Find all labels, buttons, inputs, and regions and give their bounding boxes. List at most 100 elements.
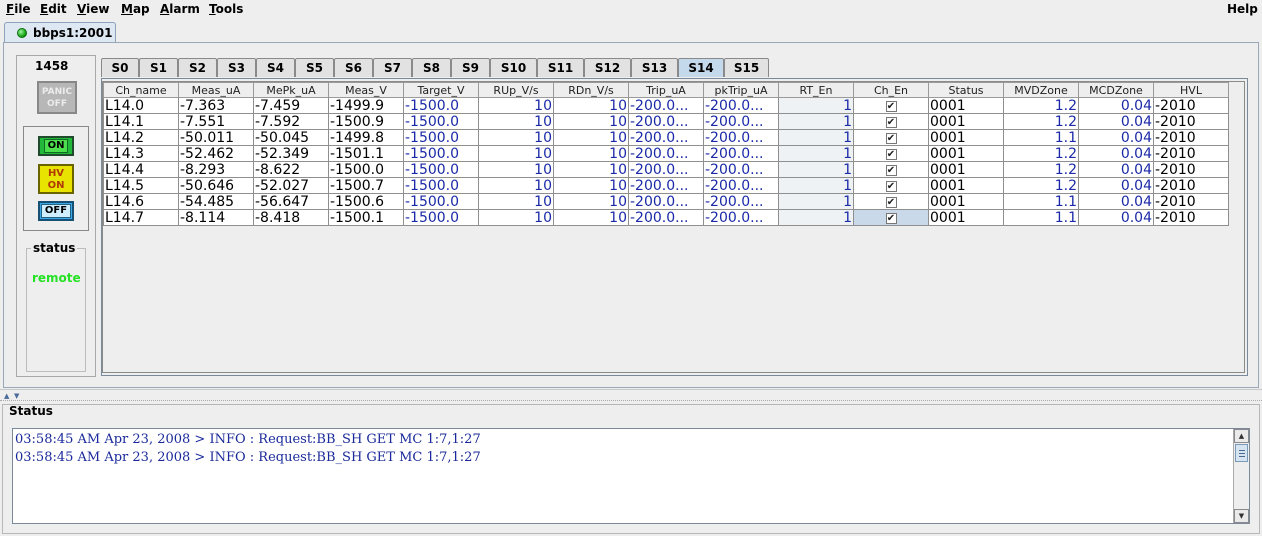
log-scrollbar[interactable]: ▲ ▼ xyxy=(1233,429,1249,523)
table-cell[interactable]: 0001 xyxy=(928,145,1004,162)
table-cell[interactable]: -200.0... xyxy=(703,161,779,178)
column-header-meas-ua[interactable]: Meas_uA xyxy=(178,82,254,98)
tab-s7[interactable]: S7 xyxy=(373,58,412,77)
table-cell[interactable]: 10 xyxy=(478,177,554,194)
checkmark-icon[interactable]: ✔ xyxy=(885,116,897,128)
table-cell[interactable]: 0.04 xyxy=(1078,97,1154,114)
table-cell[interactable]: 10 xyxy=(478,161,554,178)
scroll-thumb[interactable] xyxy=(1235,444,1248,462)
table-cell[interactable]: -2010 xyxy=(1153,209,1229,226)
menu-view[interactable]: View xyxy=(77,2,109,16)
table-cell[interactable]: L14.2 xyxy=(103,129,179,146)
tab-s15[interactable]: S15 xyxy=(724,58,769,77)
table-cell[interactable]: -2010 xyxy=(1153,129,1229,146)
table-cell[interactable]: -2010 xyxy=(1153,97,1229,114)
table-cell[interactable]: -200.0... xyxy=(703,97,779,114)
table-cell[interactable]: 10 xyxy=(478,113,554,130)
table-cell[interactable]: -1500.7 xyxy=(328,177,404,194)
table-row[interactable]: L14.2 -50.011 -50.045 -1499.8 -1500.0 10 10 -20… xyxy=(103,129,1229,146)
table-cell[interactable]: L14.3 xyxy=(103,145,179,162)
table-cell[interactable]: 1 xyxy=(778,161,854,178)
ch-en-checkbox[interactable]: ✔ xyxy=(853,209,929,226)
column-header-rdn-v-s[interactable]: RDn_V/s xyxy=(553,82,629,98)
checkmark-icon[interactable]: ✔ xyxy=(885,164,897,176)
table-cell[interactable]: -52.349 xyxy=(253,145,329,162)
table-row[interactable]: L14.0 -7.363 -7.459 -1499.9 -1500.0 10 10 -200.… xyxy=(103,97,1229,114)
table-cell[interactable]: 1.1 xyxy=(1003,193,1079,210)
checkmark-icon[interactable]: ✔ xyxy=(885,180,897,192)
table-cell[interactable]: 10 xyxy=(478,209,554,226)
ch-en-checkbox[interactable]: ✔ xyxy=(853,177,929,194)
table-cell[interactable]: -2010 xyxy=(1153,177,1229,194)
table-cell[interactable]: 0.04 xyxy=(1078,145,1154,162)
table-cell[interactable]: -200.0... xyxy=(703,177,779,194)
scroll-down-arrow-icon[interactable]: ▼ xyxy=(1234,509,1249,523)
table-cell[interactable]: 0.04 xyxy=(1078,177,1154,194)
table-cell[interactable]: -50.646 xyxy=(178,177,254,194)
ch-en-checkbox[interactable]: ✔ xyxy=(853,129,929,146)
checkmark-icon[interactable]: ✔ xyxy=(885,212,897,224)
table-cell[interactable]: 1 xyxy=(778,113,854,130)
table-cell[interactable]: 1 xyxy=(778,145,854,162)
column-header-meas-v[interactable]: Meas_V xyxy=(328,82,404,98)
table-cell[interactable]: 1 xyxy=(778,209,854,226)
table-cell[interactable]: -200.0... xyxy=(703,145,779,162)
table-cell[interactable]: -7.551 xyxy=(178,113,254,130)
split-down-arrow-icon[interactable]: ▼ xyxy=(14,392,19,400)
table-cell[interactable]: -200.0... xyxy=(628,97,704,114)
tab-s3[interactable]: S3 xyxy=(217,58,256,77)
table-cell[interactable]: -2010 xyxy=(1153,113,1229,130)
column-header-hvl[interactable]: HVL xyxy=(1153,82,1229,98)
table-cell[interactable]: -1499.8 xyxy=(328,129,404,146)
table-cell[interactable]: 10 xyxy=(553,193,629,210)
scroll-up-arrow-icon[interactable]: ▲ xyxy=(1234,429,1249,443)
table-cell[interactable]: L14.4 xyxy=(103,161,179,178)
table-cell[interactable]: -2010 xyxy=(1153,145,1229,162)
table-cell[interactable]: 10 xyxy=(478,193,554,210)
table-cell[interactable]: 10 xyxy=(478,129,554,146)
table-cell[interactable]: -200.0... xyxy=(703,129,779,146)
table-cell[interactable]: 1.1 xyxy=(1003,129,1079,146)
column-header-mvdzone[interactable]: MVDZone xyxy=(1003,82,1079,98)
table-cell[interactable]: -1500.0 xyxy=(403,177,479,194)
table-cell[interactable]: 0001 xyxy=(928,161,1004,178)
table-cell[interactable]: 1.1 xyxy=(1003,209,1079,226)
table-cell[interactable]: 1.2 xyxy=(1003,145,1079,162)
tab-s4[interactable]: S4 xyxy=(256,58,295,77)
tab-s13[interactable]: S13 xyxy=(631,58,678,77)
table-cell[interactable]: 1 xyxy=(778,193,854,210)
table-cell[interactable]: 1 xyxy=(778,177,854,194)
menu-help[interactable]: Help xyxy=(1227,2,1258,16)
ch-en-checkbox[interactable]: ✔ xyxy=(853,145,929,162)
column-header-mepk-ua[interactable]: MePk_uA xyxy=(253,82,329,98)
ch-en-checkbox[interactable]: ✔ xyxy=(853,161,929,178)
table-row[interactable]: L14.1 -7.551 -7.592 -1500.9 -1500.0 10 10 -200.… xyxy=(103,113,1229,130)
table-cell[interactable]: -7.592 xyxy=(253,113,329,130)
table-cell[interactable]: -56.647 xyxy=(253,193,329,210)
table-cell[interactable]: 10 xyxy=(553,145,629,162)
table-cell[interactable]: -2010 xyxy=(1153,193,1229,210)
column-header-mcdzone[interactable]: MCDZone xyxy=(1078,82,1154,98)
table-cell[interactable]: 10 xyxy=(553,209,629,226)
menu-alarm[interactable]: Alarm xyxy=(160,2,200,16)
table-cell[interactable]: -200.0... xyxy=(628,193,704,210)
table-row[interactable]: L14.4 -8.293 -8.622 -1500.0 -1500.0 10 10 -200.… xyxy=(103,161,1229,178)
table-row[interactable]: L14.6 -54.485 -56.647 -1500.6 -1500.0 10 10 -20… xyxy=(103,193,1229,210)
table-cell[interactable]: -200.0... xyxy=(703,113,779,130)
menu-file[interactable]: File xyxy=(6,2,31,16)
table-cell[interactable]: 1 xyxy=(778,97,854,114)
status-log[interactable]: 03:58:45 AM Apr 23, 2008 > INFO : Reques… xyxy=(12,428,1250,524)
table-cell[interactable]: -1500.0 xyxy=(403,97,479,114)
hv-on-button[interactable]: HV ON xyxy=(38,164,74,194)
tab-s2[interactable]: S2 xyxy=(178,58,217,77)
table-cell[interactable]: -1501.1 xyxy=(328,145,404,162)
table-cell[interactable]: 1.2 xyxy=(1003,113,1079,130)
table-cell[interactable]: -200.0... xyxy=(628,177,704,194)
table-cell[interactable]: 0.04 xyxy=(1078,193,1154,210)
table-cell[interactable]: 10 xyxy=(553,177,629,194)
table-cell[interactable]: -1500.9 xyxy=(328,113,404,130)
tab-s5[interactable]: S5 xyxy=(295,58,334,77)
table-cell[interactable]: L14.7 xyxy=(103,209,179,226)
table-cell[interactable]: L14.5 xyxy=(103,177,179,194)
table-cell[interactable]: 10 xyxy=(553,129,629,146)
